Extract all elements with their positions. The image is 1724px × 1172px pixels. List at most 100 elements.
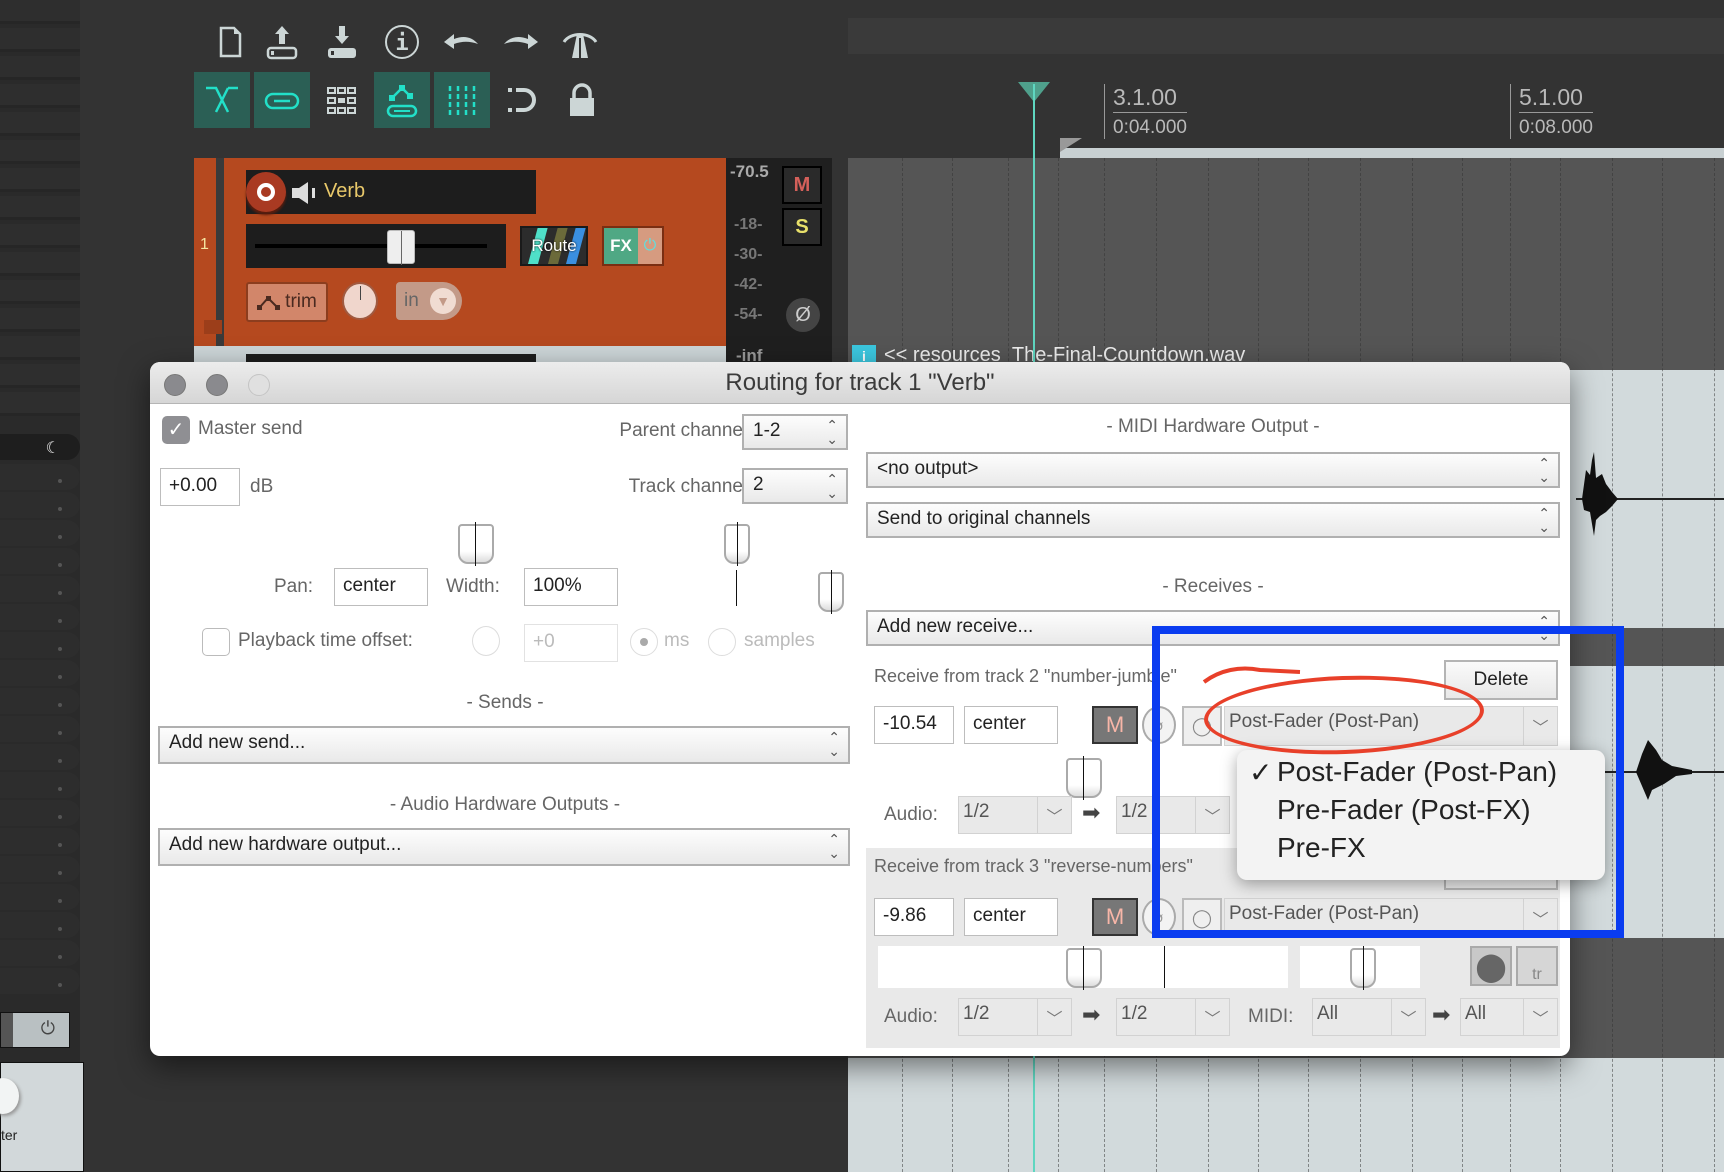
menu-item-post-fader-post-pan[interactable]: Post-Fader (Post-Pan): [1277, 756, 1557, 788]
receive-volume-input[interactable]: -10.54: [874, 706, 954, 744]
menu-item-pre-fader-post-fx[interactable]: Pre-Fader (Post-FX): [1277, 794, 1531, 826]
undo-button[interactable]: [432, 14, 488, 70]
grid-toggle[interactable]: [314, 72, 370, 128]
track-channels-select[interactable]: 2 ⌃ ⌄: [742, 468, 848, 504]
receive-midi-dst-select[interactable]: All ﹀: [1460, 998, 1558, 1036]
fx-button[interactable]: FX ⏻: [602, 226, 664, 266]
volume-slider-thumb[interactable]: [458, 522, 494, 566]
receive-pan-track[interactable]: [1300, 946, 1420, 990]
side-pill[interactable]: [0, 940, 80, 966]
midi-din-icon[interactable]: ⬤: [1470, 946, 1512, 986]
receive-phase-button[interactable]: ø: [1142, 898, 1176, 936]
pan-knob[interactable]: [0, 1078, 19, 1114]
receive-pan-input[interactable]: center: [964, 706, 1058, 744]
side-pill[interactable]: [0, 688, 80, 714]
side-pill[interactable]: [0, 968, 80, 994]
folder-icon[interactable]: [204, 320, 222, 334]
width-slider-thumb[interactable]: [818, 570, 844, 614]
receive-pan-slider-thumb[interactable]: [1350, 946, 1376, 990]
save-project-button[interactable]: [314, 14, 370, 70]
theme-mode-toggle[interactable]: ☾: [0, 434, 80, 460]
receive-volume-track[interactable]: [878, 946, 1288, 990]
side-pill[interactable]: [0, 604, 80, 630]
menu-item-pre-fx[interactable]: Pre-FX: [1277, 832, 1366, 864]
metronome-button[interactable]: [552, 14, 608, 70]
speaker-icon[interactable]: [290, 180, 318, 206]
samples-radio[interactable]: [708, 628, 736, 656]
pan-slider-thumb[interactable]: [724, 522, 750, 566]
mute-button[interactable]: M: [782, 166, 822, 204]
side-pill[interactable]: [0, 912, 80, 938]
add-receive-select[interactable]: Add new receive... ⌃ ⌄: [866, 610, 1560, 646]
side-pill[interactable]: [0, 464, 80, 490]
lock-toggle[interactable]: [554, 72, 610, 128]
offset-input[interactable]: +0: [524, 624, 618, 662]
side-pill[interactable]: [0, 828, 80, 854]
loop-start-marker[interactable]: [1060, 138, 1082, 152]
side-pill[interactable]: [0, 744, 80, 770]
width-input[interactable]: 100%: [524, 568, 618, 606]
envelope-tr-icon[interactable]: tr: [1516, 946, 1558, 986]
playback-offset-checkbox[interactable]: [202, 628, 230, 656]
receive-audio-dst-select[interactable]: 1/2 ﹀: [1116, 998, 1230, 1036]
receive-volume-input[interactable]: -9.86: [874, 898, 954, 936]
side-pill[interactable]: [0, 632, 80, 658]
receive-mute-button[interactable]: M: [1092, 706, 1138, 744]
record-arm-button[interactable]: [246, 172, 286, 212]
midi-output-channels-select[interactable]: Send to original channels ⌃ ⌄: [866, 502, 1560, 538]
ms-radio[interactable]: [630, 628, 658, 656]
receive-audio-src-select[interactable]: 1/2 ﹀: [958, 998, 1072, 1036]
route-button[interactable]: Route: [520, 226, 588, 266]
loop-toggle[interactable]: [494, 72, 550, 128]
track-volume-fader[interactable]: [246, 224, 506, 268]
side-pill[interactable]: [0, 800, 80, 826]
open-project-button[interactable]: [254, 14, 310, 70]
time-selection-band[interactable]: [1060, 148, 1724, 158]
add-hw-output-select[interactable]: Add new hardware output... ⌃ ⌄: [158, 828, 850, 866]
add-send-select[interactable]: Add new send... ⌃ ⌄: [158, 726, 850, 764]
receive-mode-select[interactable]: Post-Fader (Post-Pan) ﹀: [1224, 706, 1558, 746]
receive-mode-select[interactable]: Post-Fader (Post-Pan) ﹀: [1224, 898, 1558, 938]
pan-input[interactable]: center: [334, 568, 428, 606]
fader-thumb[interactable]: [387, 230, 415, 265]
solo-button[interactable]: S: [782, 208, 822, 246]
project-info-button[interactable]: i: [374, 14, 430, 70]
receive-audio-src-select[interactable]: 1/2 ﹀: [958, 796, 1072, 834]
side-pill[interactable]: [0, 520, 80, 546]
side-pill[interactable]: [0, 548, 80, 574]
parent-channels-select[interactable]: 1-2 ⌃ ⌄: [742, 414, 848, 450]
delete-receive-button[interactable]: Delete: [1444, 660, 1558, 700]
receive-mono-stereo-button[interactable]: ◯: [1182, 706, 1222, 746]
auto-crossfade-toggle[interactable]: [194, 72, 250, 128]
trim-envelope-button[interactable]: trim: [246, 282, 328, 322]
receive-phase-button[interactable]: ø: [1142, 706, 1176, 744]
item-grouping-toggle[interactable]: [254, 72, 310, 128]
receive-mute-button[interactable]: M: [1092, 898, 1138, 936]
receive-pan-input[interactable]: center: [964, 898, 1058, 936]
side-pill[interactable]: [0, 660, 80, 686]
phase-invert-button[interactable]: Ø: [786, 298, 820, 332]
input-monitor-button[interactable]: in ▼: [396, 282, 462, 320]
envelope-link-toggle[interactable]: [374, 72, 430, 128]
side-pill[interactable]: [0, 576, 80, 602]
side-pill[interactable]: [0, 856, 80, 882]
receive-midi-src-select[interactable]: All ﹀: [1312, 998, 1426, 1036]
meter-peak-readout[interactable]: -70.5: [730, 162, 769, 182]
midi-output-device-select[interactable]: <no output> ⌃ ⌄: [866, 452, 1560, 488]
receive-volume-slider-thumb[interactable]: [1066, 756, 1102, 800]
master-send-checkbox[interactable]: ✓: [162, 416, 190, 444]
side-pill[interactable]: [0, 884, 80, 910]
receive-audio-dst-select[interactable]: 1/2 ﹀: [1116, 796, 1230, 834]
receive-volume-slider-thumb[interactable]: [1066, 946, 1102, 990]
fx-bypass-power-icon[interactable]: ⏻: [638, 228, 662, 264]
side-pill[interactable]: [0, 716, 80, 742]
pan-knob[interactable]: [342, 282, 378, 320]
offset-knob[interactable]: [472, 626, 500, 656]
snap-toggle[interactable]: [434, 72, 490, 128]
receive-mono-stereo-button[interactable]: ◯: [1182, 898, 1222, 938]
redo-button[interactable]: [494, 14, 550, 70]
master-fx-power-button[interactable]: ⏻: [0, 1012, 70, 1048]
new-project-button[interactable]: [202, 14, 258, 70]
side-pill[interactable]: [0, 772, 80, 798]
master-volume-input[interactable]: +0.00: [160, 468, 240, 506]
